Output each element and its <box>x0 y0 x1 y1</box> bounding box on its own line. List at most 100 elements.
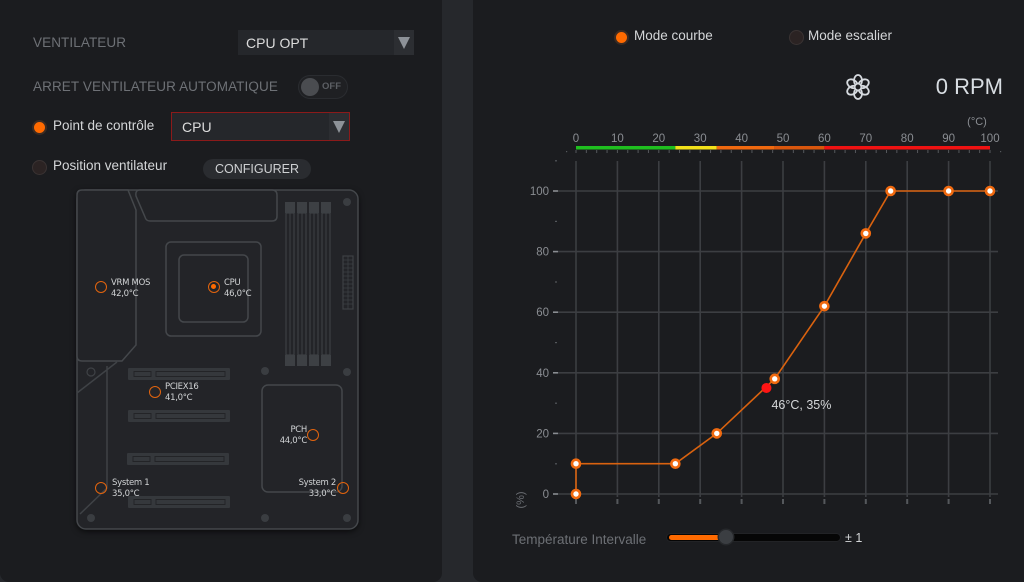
x-tick-label: 10 <box>611 133 624 145</box>
x-minor-tick <box>647 150 649 153</box>
x-tick-label: 20 <box>652 133 665 145</box>
slider-thumb[interactable] <box>718 530 733 544</box>
x-axis-tick <box>947 499 950 504</box>
mode-curve-label: Mode courbe <box>634 28 713 43</box>
x-tick-label: 100 <box>980 133 999 145</box>
current-point-marker <box>761 382 772 393</box>
sensor-name: VRM MOS <box>111 278 151 288</box>
sensor-name: PCIEX16 <box>165 382 199 392</box>
configure-button[interactable]: CONFIGURER <box>203 159 311 179</box>
x-minor-tick <box>637 150 639 153</box>
x-minor-tick <box>689 150 691 153</box>
axis-minor-ticks <box>555 150 1002 465</box>
x-minor-tick <box>668 150 670 153</box>
vrm-heatsink <box>135 189 278 222</box>
x-minor-tick <box>658 150 660 153</box>
x-tick-label: 30 <box>694 133 707 145</box>
y-tick-label: 80 <box>536 247 549 259</box>
sensor-temp: 33,0°C <box>308 489 337 499</box>
x-minor-tick <box>834 150 836 153</box>
x-tick-label: 60 <box>818 133 831 145</box>
sensor-temp: 42,0°C <box>111 289 139 299</box>
control-point-select-arrow[interactable] <box>329 113 349 140</box>
x-tick-label: 50 <box>777 133 790 145</box>
x-minor-tick <box>948 150 950 153</box>
temperature-band <box>716 146 775 150</box>
mode-curve-radio[interactable] <box>614 30 629 45</box>
curve-control-point[interactable] <box>885 185 896 197</box>
curve-control-point[interactable] <box>943 185 954 197</box>
x-minor-tick <box>730 150 732 153</box>
x-minor-tick <box>710 150 712 153</box>
auto-stop-toggle[interactable]: OFF <box>298 75 348 99</box>
y-tick-label: 40 <box>536 368 549 380</box>
x-minor-tick <box>875 150 877 153</box>
x-axis-tick <box>657 499 660 504</box>
curve-control-point[interactable] <box>984 185 996 197</box>
sensor-system-1[interactable] <box>95 482 107 494</box>
ram-slot <box>285 202 295 366</box>
x-minor-tick <box>865 150 867 153</box>
sensor-temp: 46,0°C <box>224 289 252 299</box>
x-minor-tick <box>927 150 929 153</box>
sensor-cpu[interactable] <box>208 281 220 293</box>
x-axis-tick <box>782 499 784 504</box>
temperature-interval-value: ± 1 <box>845 531 863 545</box>
temperature-interval-label: Température Intervalle <box>512 532 647 547</box>
temperature-interval-slider[interactable] <box>667 530 840 544</box>
fan-position-radio[interactable] <box>32 160 47 175</box>
curve-control-point[interactable] <box>670 458 681 470</box>
fan-select-value: CPU OPT <box>246 34 309 51</box>
sensor-vrm-mos[interactable] <box>95 281 107 293</box>
x-minor-tick <box>886 150 887 153</box>
x-axis-tick <box>823 499 826 504</box>
x-axis-tick <box>616 499 619 504</box>
mode-stairs-radio[interactable] <box>789 30 804 45</box>
y-tick-label: 0 <box>543 489 549 501</box>
temperature-color-bar <box>576 146 990 150</box>
slider-fill <box>669 535 726 540</box>
curve-control-point[interactable] <box>769 373 781 385</box>
x-minor-tick <box>813 150 815 153</box>
x-axis-tick <box>989 499 991 504</box>
x-minor-tick <box>699 150 701 153</box>
x-axis-tick <box>699 499 702 504</box>
current-point-label: 46°C, 35% <box>771 398 831 412</box>
x-minor-tick <box>751 150 753 153</box>
x-minor-tick <box>772 150 774 153</box>
y-minor-tick <box>555 281 557 283</box>
control-point-select-value: CPU <box>182 118 212 135</box>
y-minor-tick <box>555 463 557 465</box>
ram-slot <box>321 202 331 366</box>
x-minor-tick <box>782 150 784 153</box>
x-minor-tick <box>803 150 805 153</box>
curve-control-point[interactable] <box>570 488 582 500</box>
temperature-band <box>675 146 717 150</box>
fan-select-dropdown[interactable]: CPU OPT <box>238 30 414 55</box>
x-minor-tick <box>761 150 763 153</box>
x-minor-tick <box>679 150 680 153</box>
fan-curve-chart[interactable]: 0 10 20 30 40 50 60 70 80 90 100 0 20 40 60 80 100 (°C) (%… <box>500 100 1020 520</box>
sensor-pciex16[interactable] <box>149 386 161 398</box>
ram-slot <box>297 202 307 366</box>
control-point-select[interactable]: CPU <box>171 112 350 141</box>
control-point-radio[interactable] <box>32 120 47 135</box>
sensor-pch[interactable] <box>307 429 319 441</box>
x-axis-unit-label: (°C) <box>967 116 987 128</box>
curve-control-point[interactable] <box>711 428 723 439</box>
y-minor-tick <box>555 220 557 222</box>
x-tick-label: 70 <box>859 133 872 145</box>
y-minor-tick <box>555 160 557 162</box>
curve-control-point[interactable] <box>819 300 830 312</box>
x-axis-tick <box>864 499 867 504</box>
curve-control-point[interactable] <box>570 458 582 470</box>
y-minor-tick <box>555 402 557 404</box>
sensor-vrm-mos-label: VRM MOS 42,0°C <box>111 278 150 300</box>
fan-position-label: Position ventilateur <box>53 158 168 173</box>
sensor-system-2[interactable] <box>337 482 349 494</box>
curve-control-point[interactable] <box>860 228 872 239</box>
control-point-label: Point de contrôle <box>53 118 155 133</box>
fan-select-arrow[interactable] <box>394 30 414 55</box>
x-minor-tick <box>627 150 629 153</box>
x-minor-tick <box>958 150 960 153</box>
